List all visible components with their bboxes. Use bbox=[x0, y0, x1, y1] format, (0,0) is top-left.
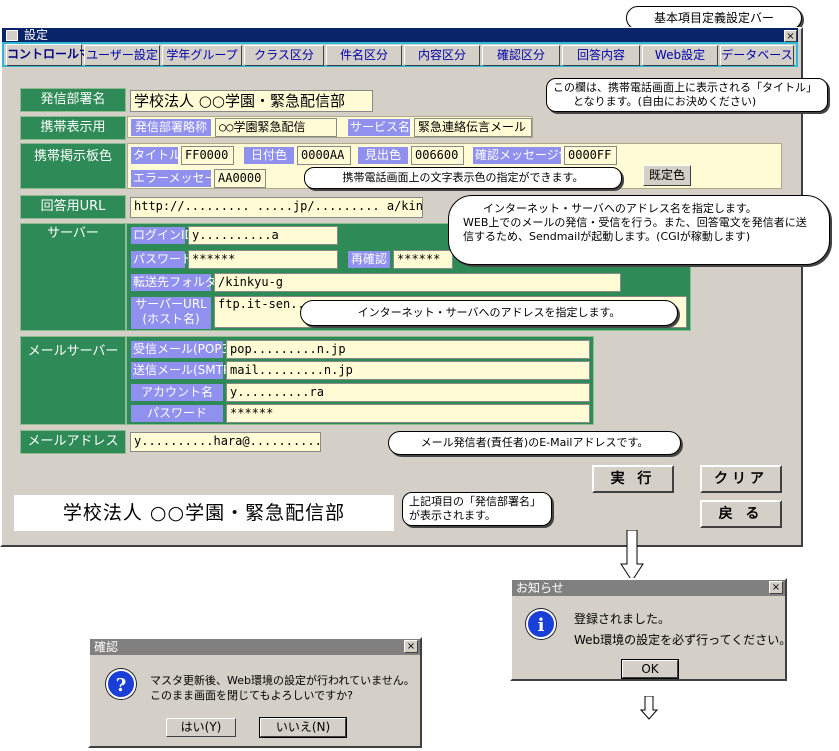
close-icon: × bbox=[771, 582, 781, 593]
sender-name-preview: 学校法人 ○○学園・緊急配信部 bbox=[14, 495, 394, 531]
preview-note-line1: 上記項目の「発信部署名」 bbox=[409, 495, 541, 508]
window-close-button[interactable]: × bbox=[784, 30, 797, 42]
info-icon: i bbox=[526, 609, 556, 639]
transfer-folder-label: 転送先フォルダ bbox=[131, 274, 218, 291]
mail-server-label: メールサーバー bbox=[20, 336, 126, 425]
confirm-dialog-close-button[interactable]: × bbox=[404, 640, 418, 653]
title-note-callout: この欄は、携帯電話画面上に表示される「タイトル」 となります。(自由にお決めくだ… bbox=[546, 78, 828, 112]
server-note-callout: インターネット・サーバへのアドレスを指定します。 bbox=[300, 300, 678, 326]
tab-grade-group[interactable]: 学年グループ bbox=[162, 45, 242, 66]
window-icon bbox=[6, 30, 18, 41]
close-icon: × bbox=[786, 31, 795, 42]
window-title: 設定 bbox=[24, 28, 49, 42]
info-dialog-title: お知らせ bbox=[516, 581, 564, 595]
confirm-yes-button[interactable]: はい(Y) bbox=[166, 718, 236, 737]
tab-subject-category[interactable]: 件名区分 bbox=[326, 45, 402, 66]
server-label: サーバー bbox=[20, 223, 126, 331]
down-arrow-icon-small bbox=[640, 696, 658, 720]
info-dialog-line1: 登録されました。 bbox=[574, 612, 671, 626]
preview-note-callout: 上記項目の「発信部署名」 が表示されます。 bbox=[402, 492, 552, 526]
heading-color-label: 見出色 bbox=[358, 147, 408, 164]
color-note-callout: 携帯電話画面上の文字表示色の指定ができます。 bbox=[304, 167, 622, 189]
reconfirm-label: 再確認 bbox=[348, 251, 390, 268]
settings-bar-callout-text: 基本項目定義設定バー bbox=[653, 11, 774, 25]
close-icon: × bbox=[406, 641, 416, 652]
password-input[interactable]: ****** bbox=[188, 250, 338, 269]
answer-url-input[interactable]: http://......... .....jp/......... a/kin… bbox=[130, 197, 423, 218]
confirm-message-color-input[interactable]: 0000FF bbox=[564, 146, 617, 165]
pop3-label: 受信メール(POP3) bbox=[131, 341, 234, 358]
server-url-label: サーバーURL (ホスト名) bbox=[131, 297, 211, 329]
tab-confirm-category[interactable]: 確認区分 bbox=[482, 45, 560, 66]
confirm-dialog-line1: マスタ更新後、Web環境の設定が行われていません。 bbox=[150, 674, 415, 687]
tab-content-category[interactable]: 内容区分 bbox=[404, 45, 480, 66]
account-name-label: アカウント名 bbox=[131, 384, 223, 401]
info-dialog-titlebar: お知らせ bbox=[512, 580, 785, 596]
password-label: パスワード bbox=[131, 251, 194, 268]
sender-abbr-input[interactable]: ○○学園緊急配信 bbox=[215, 118, 337, 137]
error-message-color-label: エラーメッセージ色 bbox=[131, 170, 241, 187]
url-note-callout: インターネット・サーバへのアドレス名を指定します。 WEB上でのメールの発信・受… bbox=[448, 195, 830, 265]
info-ok-button[interactable]: OK bbox=[621, 659, 679, 679]
sender-abbr-label: 発信部署略称 bbox=[131, 119, 211, 136]
mail-address-label: メールアドレス bbox=[20, 430, 126, 454]
server-url-label-line1: サーバーURL bbox=[135, 297, 207, 311]
window-titlebar: 設定 bbox=[2, 28, 798, 43]
clear-button[interactable]: クリア bbox=[700, 465, 782, 493]
server-url-label-line2: (ホスト名) bbox=[142, 312, 200, 326]
url-note-line2: WEB上でのメールの発信・受信を行う。また、回答電文を発信者に送 bbox=[463, 216, 807, 229]
account-name-input[interactable]: y..........ra bbox=[226, 383, 590, 402]
default-color-button[interactable]: 既定色 bbox=[643, 165, 691, 186]
sender-label: 発信部署名 bbox=[20, 88, 126, 112]
info-dialog-line2: Web環境の設定を必ず行ってください。 bbox=[574, 633, 792, 647]
login-id-input[interactable]: y..........a bbox=[188, 226, 338, 245]
mobile-display-label: 携帯表示用 bbox=[20, 116, 126, 140]
tab-user-settings[interactable]: ユーザー設定 bbox=[84, 45, 160, 66]
confirm-no-button[interactable]: いいえ(N) bbox=[259, 717, 347, 738]
error-message-color-input[interactable]: AA0000 bbox=[214, 169, 266, 188]
confirm-message-color-label: 確認メッセージ色 bbox=[473, 147, 571, 164]
pop3-input[interactable]: pop.........n.jp bbox=[226, 340, 590, 359]
execute-button[interactable]: 実 行 bbox=[592, 465, 674, 493]
confirm-dialog-title: 確認 bbox=[94, 640, 119, 654]
board-color-label: 携帯掲示板色 bbox=[20, 143, 126, 189]
sender-name-input[interactable]: 学校法人 ○○学園・緊急配信部 bbox=[130, 90, 373, 112]
smtp-input[interactable]: mail.........n.jp bbox=[226, 361, 590, 380]
title-color-input[interactable]: FF0000 bbox=[181, 146, 234, 165]
tab-class-category[interactable]: クラス区分 bbox=[244, 45, 324, 66]
info-dialog-close-button[interactable]: × bbox=[769, 581, 783, 594]
smtp-label: 送信メール(SMTP) bbox=[131, 362, 235, 379]
mail-address-input[interactable]: y..........hara@..........jp bbox=[130, 432, 321, 452]
tab-control-master[interactable]: コントロールマスタ bbox=[6, 44, 115, 66]
back-button[interactable]: 戻 る bbox=[700, 500, 782, 528]
confirm-dialog-line2: このまま画面を閉じてもよろしいですか? bbox=[150, 689, 353, 702]
info-dialog: お知らせ × i 登録されました。 Web環境の設定を必ず行ってください。 OK bbox=[510, 578, 791, 681]
mail-password-input[interactable]: ****** bbox=[226, 404, 590, 423]
url-note-line3: 信するため、Sendmailが起動します。(CGIが稼動します) bbox=[463, 230, 751, 243]
transfer-folder-input[interactable]: /kinkyu-g bbox=[214, 273, 621, 292]
answer-url-label: 回答用URL bbox=[20, 195, 126, 219]
url-note-line1: インターネット・サーバへのアドレス名を指定します。 bbox=[483, 202, 757, 215]
confirm-dialog: 確認 × ? マスタ更新後、Web環境の設定が行われていません。 このまま画面を… bbox=[88, 637, 422, 748]
title-color-label: タイトル色 bbox=[131, 147, 194, 164]
title-note-line2: となります。(自由にお決めください) bbox=[573, 95, 757, 108]
service-name-label: サービス名 bbox=[348, 119, 411, 136]
login-id-label: ログインID bbox=[131, 227, 194, 244]
tab-database[interactable]: データベース bbox=[720, 45, 794, 66]
mail-note-callout: メール発信者(責任者)のE-Mailアドレスです。 bbox=[388, 431, 681, 455]
title-note-line1: この欄は、携帯電話画面上に表示される「タイトル」 bbox=[553, 81, 817, 94]
question-icon: ? bbox=[106, 669, 136, 699]
tab-web-settings[interactable]: Web設定 bbox=[642, 45, 718, 66]
tab-bar: コントロールマスタ ユーザー設定 学年グループ クラス区分 件名区分 内容区分 … bbox=[2, 42, 798, 67]
mail-password-label: パスワード bbox=[131, 405, 223, 422]
service-name-input[interactable]: 緊急連絡伝言メール bbox=[414, 118, 532, 137]
preview-note-line2: が表示されます。 bbox=[409, 509, 496, 522]
tab-answer-content[interactable]: 回答内容 bbox=[562, 45, 640, 66]
heading-color-input[interactable]: 006600 bbox=[411, 146, 464, 165]
date-color-label: 日付色 bbox=[244, 147, 294, 164]
date-color-input[interactable]: 0000AA bbox=[297, 146, 351, 165]
confirm-dialog-titlebar: 確認 bbox=[90, 639, 420, 655]
reconfirm-input[interactable]: ****** bbox=[393, 250, 453, 269]
down-arrow-icon bbox=[620, 530, 644, 582]
